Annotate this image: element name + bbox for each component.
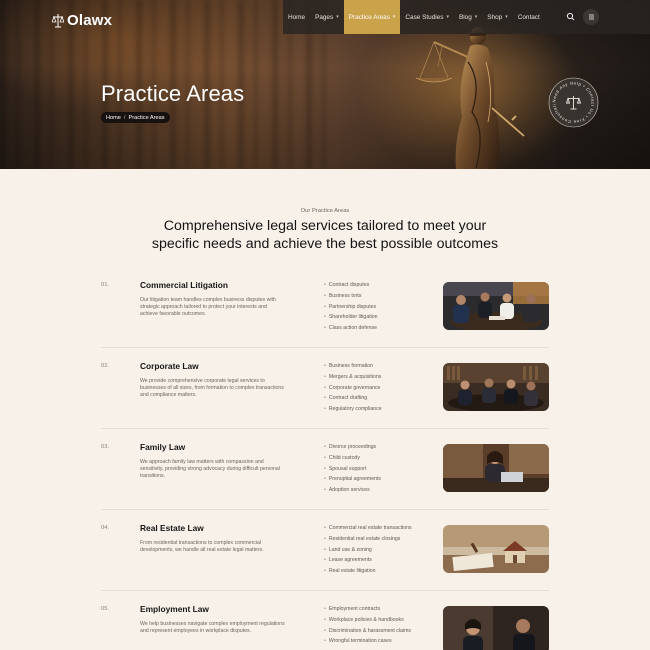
nav-item-shop[interactable]: Shop ▾ xyxy=(482,0,512,34)
list-item: Business torts xyxy=(324,291,378,302)
page-title: Practice Areas xyxy=(101,81,245,106)
section-heading-line-1: Comprehensive legal services tailored to… xyxy=(163,218,487,234)
practice-description: Our litigation team handles complex busi… xyxy=(140,297,276,318)
practice-number: 02. xyxy=(101,363,110,369)
section-eyebrow: Our Practice Areas xyxy=(300,208,350,214)
nav-item-contact[interactable]: Contact xyxy=(513,0,545,34)
list-item: Workplace policies & handbooks xyxy=(324,615,411,626)
nav-item-case-studies[interactable]: Case Studies ▾ xyxy=(400,0,454,34)
practice-title[interactable]: Real Estate Law xyxy=(140,523,204,533)
practice-services-list: Divorce proceedings Child custody Spousa… xyxy=(324,442,381,496)
practice-item-real-estate-law: 04. Real Estate Law From residential tra… xyxy=(101,523,549,597)
practice-item-corporate-law: 02. Corporate Law We provide comprehensi… xyxy=(101,361,549,435)
practice-services-list: Employment contracts Workplace policies … xyxy=(324,604,411,647)
practice-title[interactable]: Corporate Law xyxy=(140,361,199,371)
nav-item-practice-areas[interactable]: Practice Areas ▾ xyxy=(343,0,401,34)
chevron-down-icon: ▾ xyxy=(446,14,449,20)
nav-item-home[interactable]: Home xyxy=(283,0,310,34)
list-item: Contract drafting xyxy=(324,393,382,404)
list-item: Mergers & acquisitions xyxy=(324,372,382,383)
chevron-down-icon: ▾ xyxy=(474,14,478,20)
practice-title[interactable]: Employment Law xyxy=(140,604,209,614)
practice-title[interactable]: Family Law xyxy=(140,442,185,452)
nav-item-blog[interactable]: Blog ▾ xyxy=(454,0,482,34)
list-item: Prenuptial agreements xyxy=(324,474,381,485)
practice-description: We provide comprehensive corporate legal… xyxy=(140,378,284,399)
family-law-photo[interactable] xyxy=(443,444,549,492)
practice-number: 01. xyxy=(101,282,110,288)
practice-title[interactable]: Commercial Litigation xyxy=(140,280,228,290)
practice-item-family-law: 03. Family Law We approach family law ma… xyxy=(101,442,549,516)
practice-number: 03. xyxy=(101,444,110,450)
nav-label: Shop xyxy=(487,13,503,21)
practice-description: We help businesses navigate complex empl… xyxy=(140,621,285,635)
scales-logo-icon xyxy=(52,14,64,28)
real-estate-law-photo[interactable] xyxy=(443,525,549,573)
contact-badge[interactable]: Need Any Help • Contact Us • Free Consul… xyxy=(548,77,599,128)
list-item: Partnership disputes xyxy=(324,302,378,313)
practice-number: 05. xyxy=(101,606,110,612)
practice-item-commercial-litigation: 01. Commercial Litigation Our litigation… xyxy=(101,280,549,354)
list-item: Land use & zoning xyxy=(324,545,412,556)
nav-label: Home xyxy=(288,13,306,21)
list-item: Child custody xyxy=(324,453,381,464)
breadcrumb-separator: / xyxy=(123,114,126,121)
menu-button[interactable] xyxy=(583,9,599,25)
nav-label: Practice Areas xyxy=(348,13,390,21)
list-item: Employment contracts xyxy=(324,604,411,615)
main-navigation: Home Pages ▾ Practice Areas ▾ Case Studies… xyxy=(283,0,650,34)
divider xyxy=(101,590,549,591)
list-item: Contract disputes xyxy=(324,280,378,291)
brand-logo[interactable]: Olawx xyxy=(52,12,112,29)
list-item: Spousal support xyxy=(324,464,381,475)
list-item: Adoption services xyxy=(324,485,381,496)
lady-justice-statue-image xyxy=(415,27,525,169)
list-item: Wrongful termination cases xyxy=(324,636,411,647)
nav-label: Case Studies xyxy=(405,13,444,21)
divider xyxy=(101,509,549,510)
practice-services-list: Contract disputes Business torts Partner… xyxy=(324,280,378,334)
list-item: Class action defense xyxy=(324,323,378,334)
breadcrumb: Home / Practice Areas xyxy=(101,112,170,123)
chevron-down-icon: ▾ xyxy=(336,14,339,20)
practice-services-list: Business formation Mergers & acquisition… xyxy=(324,361,382,415)
breadcrumb-current: Practice Areas xyxy=(128,114,165,121)
practice-description: From residential transactions to complex… xyxy=(140,540,264,554)
nav-label: Contact xyxy=(517,13,540,21)
practice-services-list: Commercial real estate transactions Resi… xyxy=(324,523,412,577)
nav-label: Pages xyxy=(315,13,334,21)
corporate-law-photo[interactable] xyxy=(443,363,549,411)
list-item: Lease agreements xyxy=(324,555,412,566)
section-heading: Comprehensive legal services tailored to… xyxy=(0,217,650,253)
divider xyxy=(101,428,549,429)
section-heading-line-2: specific needs and achieve the best poss… xyxy=(151,236,499,252)
nav-item-pages[interactable]: Pages ▾ xyxy=(310,0,344,34)
breadcrumb-home-link[interactable]: Home xyxy=(106,115,121,121)
list-item: Business formation xyxy=(324,361,382,372)
practice-item-employment-law: 05. Employment Law We help businesses na… xyxy=(101,604,549,650)
nav-label: Blog xyxy=(458,13,472,21)
commercial-litigation-photo[interactable] xyxy=(443,282,549,330)
practice-number: 04. xyxy=(101,525,110,531)
practice-description: We approach family law matters with comp… xyxy=(140,459,280,480)
list-item: Shareholder litigation xyxy=(324,312,378,323)
brand-name: Olawx xyxy=(67,12,113,29)
list-item: Divorce proceedings xyxy=(324,442,381,453)
employment-law-photo[interactable] xyxy=(443,606,549,650)
list-item: Discrimination & harassment claims xyxy=(324,626,411,637)
chevron-down-icon: ▾ xyxy=(392,14,396,20)
chevron-down-icon: ▾ xyxy=(505,14,508,20)
divider xyxy=(101,347,549,348)
list-item: Residential real estate closings xyxy=(324,534,412,545)
list-item: Commercial real estate transactions xyxy=(324,523,412,534)
list-item: Corporate governance xyxy=(324,383,382,394)
hero-banner: Olawx Home Pages ▾ Practice Areas ▾ Case S… xyxy=(0,0,650,169)
menu-icon xyxy=(588,14,594,20)
list-item: Regulatory compliance xyxy=(324,404,382,415)
search-icon[interactable] xyxy=(565,11,577,23)
list-item: Real estate litigation xyxy=(324,566,412,577)
